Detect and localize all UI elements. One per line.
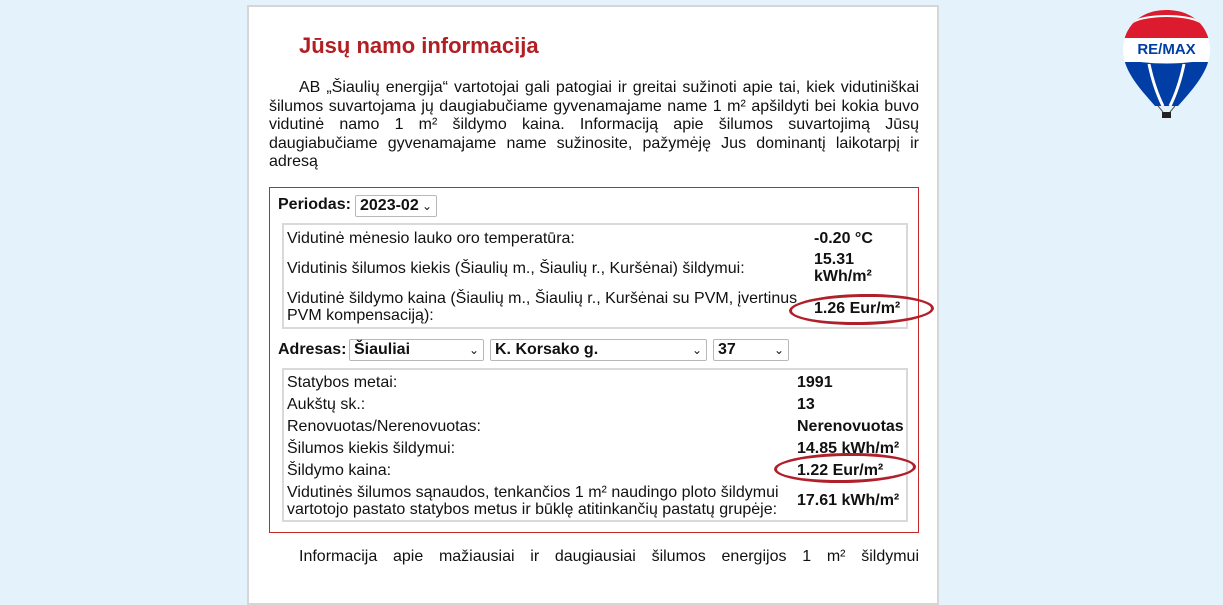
stat-value-avg-heat: 15.31 kWh/m²	[814, 251, 872, 285]
hot-air-balloon-icon: RE/MAX	[1123, 10, 1210, 118]
city-select-value: Šiauliai	[354, 341, 411, 358]
building-label-renovated: Renovuotas/Nerenovuotas:	[287, 418, 481, 435]
remax-logo-text: RE/MAX	[1137, 41, 1195, 58]
period-select[interactable]: 2023-02 ⌄	[355, 195, 437, 217]
building-value-floors: 13	[797, 396, 815, 413]
stat-label-temperature: Vidutinė mėnesio lauko oro temperatūra:	[287, 230, 575, 247]
stat-value-temperature: -0.20 °C	[814, 230, 873, 247]
street-select[interactable]: K. Korsako g. ⌄	[490, 339, 707, 361]
stat-value-avg-price: 1.26 Eur/m²	[814, 300, 901, 317]
building-value-heat: 14.85 kWh/m²	[797, 440, 900, 457]
chevron-down-icon: ⌄	[468, 343, 479, 357]
building-value-year: 1991	[797, 374, 833, 391]
building-value-renovated: Nerenovuotas	[797, 418, 904, 435]
building-label-floors: Aukštų sk.:	[287, 396, 366, 413]
building-stats-table: Statybos metai: 1991 Aukštų sk.: 13 Reno…	[282, 368, 908, 522]
building-value-group-avg: 17.61 kWh/m²	[797, 492, 900, 509]
house-number-select[interactable]: 37 ⌄	[713, 339, 789, 361]
stat-label-avg-heat: Vidutinis šilumos kiekis (Šiaulių m., Ši…	[287, 260, 745, 277]
house-number-select-value: 37	[718, 341, 736, 358]
street-select-value: K. Korsako g.	[495, 341, 599, 358]
building-label-group-avg: Vidutinės šilumos sąnaudos, tenkančios 1…	[287, 484, 779, 518]
building-label-heat: Šilumos kiekis šildymui:	[287, 440, 456, 457]
chevron-down-icon: ⌄	[773, 343, 784, 357]
chevron-down-icon: ⌄	[421, 199, 432, 213]
period-select-value: 2023-02	[360, 197, 419, 214]
city-select[interactable]: Šiauliai ⌄	[349, 339, 484, 361]
stat-label-avg-price: Vidutinė šildymo kaina (Šiaulių m., Šiau…	[287, 290, 798, 324]
intro-paragraph: AB „Šiaulių energija“ vartotojai gali pa…	[269, 79, 919, 170]
bottom-paragraph: Informacija apie mažiausiai ir daugiausi…	[299, 548, 919, 565]
building-value-price: 1.22 Eur/m²	[797, 462, 884, 479]
period-stats-table: Vidutinė mėnesio lauko oro temperatūra: …	[282, 223, 908, 329]
page-title: Jūsų namo informacija	[299, 33, 539, 58]
content-panel: Jūsų namo informacija AB „Šiaulių energi…	[247, 5, 939, 605]
address-label: Adresas:	[278, 341, 347, 358]
info-box: Periodas: 2023-02 ⌄ Vidutinė mėnesio lau…	[269, 187, 935, 533]
building-label-price: Šildymo kaina:	[287, 462, 392, 479]
chevron-down-icon: ⌄	[691, 343, 702, 357]
period-label: Periodas:	[278, 196, 351, 213]
building-label-year: Statybos metai:	[287, 374, 398, 391]
